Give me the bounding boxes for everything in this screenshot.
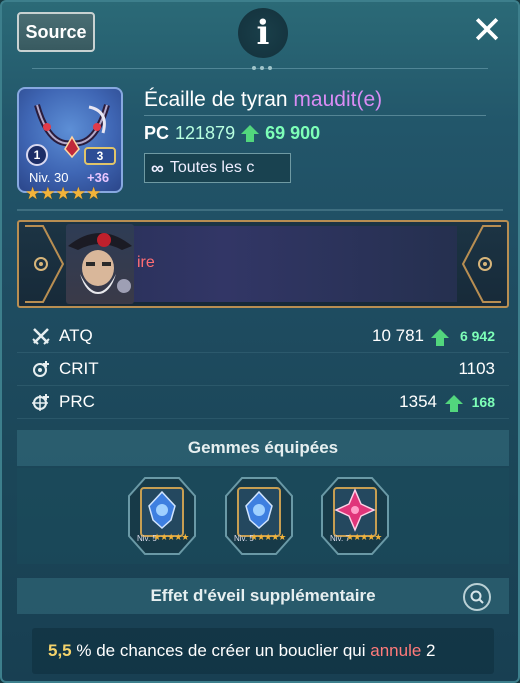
stat-label: PRC <box>59 392 95 411</box>
pc-increase: 69 900 <box>265 123 321 143</box>
awakening-text-end: 2 <box>421 641 436 660</box>
stat-increase: 168 <box>471 394 495 410</box>
up-arrow-icon <box>431 329 449 346</box>
stat-value: 1103 <box>458 359 495 378</box>
blue-gem-icon <box>128 477 196 555</box>
blue-gem-icon <box>225 477 293 555</box>
stat-value: 10 781 <box>372 326 424 345</box>
stat-row-crit: CRIT 1103 <box>17 353 509 386</box>
swords-icon <box>27 326 55 346</box>
penetration-icon <box>27 392 55 412</box>
enhance-level-badge: 1 <box>26 144 48 166</box>
stat-row-atq: ATQ 10 781 6 942 <box>17 320 509 353</box>
close-icon[interactable]: ✕ <box>470 12 504 50</box>
banner-ornament-left-icon <box>25 225 65 303</box>
item-title: Écaille de tyran maudit(e) <box>144 88 383 111</box>
banner-ornament-right-icon <box>461 225 501 303</box>
pink-gem-icon <box>321 477 389 555</box>
section-divider <box>17 209 503 211</box>
gem-slot-3[interactable]: Niv. 7 ★★★★★ <box>320 476 390 556</box>
stat-label: ATQ <box>59 326 93 345</box>
infinity-icon: ∞ <box>151 157 164 178</box>
item-icon[interactable]: 1 3 Niv. 30 +36 <box>17 87 123 193</box>
item-stars: ★★★★★ <box>25 184 102 203</box>
power-row: PC 121879 69 900 <box>144 123 320 144</box>
pc-label: PC <box>144 123 170 143</box>
awakening-value: 5,5 <box>48 641 72 660</box>
pc-value: 121879 <box>175 123 236 143</box>
divider-ornament <box>252 62 272 74</box>
search-button[interactable] <box>463 583 491 611</box>
gem-slot-1[interactable]: Niv. 5 ★★★★★ <box>127 476 197 556</box>
awakening-highlight: annule <box>370 641 422 660</box>
stats-list: ATQ 10 781 6 942 CRIT 1103 PRC 1354 168 <box>17 320 509 419</box>
source-button[interactable]: Source <box>17 12 95 52</box>
gem-stars: ★★★★★ <box>250 532 286 542</box>
gem-stars: ★★★★★ <box>153 532 189 542</box>
upgrade-badge: 3 <box>84 147 116 165</box>
stat-value: 1354 <box>399 392 437 411</box>
awakening-effect-text: 5,5 % de chances de créer un bouclier qu… <box>32 628 494 674</box>
item-bonus: +36 <box>87 170 110 185</box>
gems-section-title: Gemmes équipées <box>17 430 509 466</box>
info-icon: i <box>256 13 270 53</box>
character-portrait <box>66 224 134 304</box>
up-arrow-icon <box>241 125 260 142</box>
stat-increase: 6 942 <box>459 328 495 344</box>
class-restriction-text: Toutes les c <box>169 159 255 176</box>
stat-row-prc: PRC 1354 168 <box>17 386 509 419</box>
gem-stars: ★★★★★ <box>346 532 382 542</box>
title-divider <box>144 115 486 116</box>
class-restriction-tag[interactable]: ∞ Toutes les c <box>144 153 291 183</box>
up-arrow-icon <box>445 395 463 412</box>
info-button[interactable]: i <box>238 8 288 58</box>
stat-label: CRIT <box>59 359 99 378</box>
item-detail-panel: Source i ✕ 1 3 Niv. 30 +36 ★★★★★ Écaille… <box>0 0 520 683</box>
item-level: Niv. 30 <box>29 170 69 185</box>
search-icon <box>470 590 484 604</box>
set-name-text: ire <box>137 254 155 271</box>
awakening-text: % de chances de créer un bouclier qui <box>71 641 371 660</box>
item-title-suffix: maudit(e) <box>293 88 383 111</box>
awakening-section-title: Effet d'éveil supplémentaire <box>17 578 509 614</box>
gem-slot-2[interactable]: Niv. 5 ★★★★★ <box>224 476 294 556</box>
crit-icon <box>27 359 55 379</box>
